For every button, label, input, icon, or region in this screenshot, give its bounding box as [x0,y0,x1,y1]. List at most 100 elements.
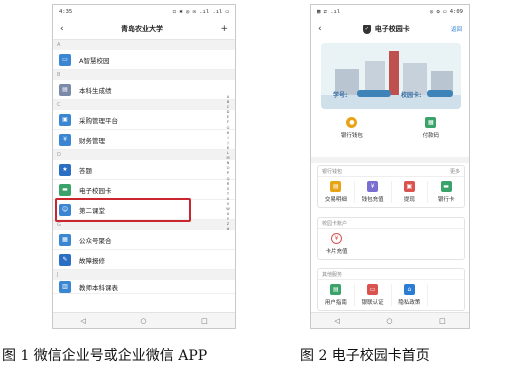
id-card-icon: ▭ [367,284,379,295]
quick-actions: ● 银行钱包 ▦ 付款码 [311,117,469,139]
back-nav-icon[interactable]: ◁ [334,317,339,325]
status-left: ▦ ⇄ .ıl [317,8,341,15]
add-icon[interactable]: + [220,24,228,34]
campus-card-account-section: 校园卡账户 ¥ 卡片充值 [317,217,465,260]
privacy-policy-button[interactable]: ⌂ 隐私政策 [392,284,429,306]
page-title: 青岛农业大学 [121,24,164,33]
balance-value-mask [427,90,453,97]
back-icon[interactable]: ‹ [318,24,322,34]
home-nav-icon[interactable]: ○ [386,317,392,325]
divider [311,157,469,163]
qr-code-icon: ▦ [425,117,437,128]
status-bar: ▦ ⇄ .ıl ◎ ✪ ▭ 4:09 [311,5,469,18]
house-icon: ⌂ [403,284,415,295]
index-letter[interactable]: # [225,227,231,232]
schedule-icon: ▥ [59,280,71,293]
recents-nav-icon[interactable]: □ [201,317,208,325]
tile-label: 提现 [403,197,415,203]
other-services-section: 其他服务 ▤ 用户指南 ▭ 银联认证 ⌂ 隐私政策 [317,268,465,311]
quick-label: 付款码 [422,133,440,139]
section-letter: J [53,270,235,280]
app-item-label: 教师本科课表 [79,283,118,292]
quick-label: 银行钱包 [340,133,363,139]
tile-label: 银联认证 [361,300,384,306]
app-item-label: 本科生成绩 [79,86,112,95]
recents-nav-icon[interactable]: □ [439,317,446,325]
return-link[interactable]: 返回 [451,25,462,33]
student-no-label: 学号: [333,92,348,99]
campus-building-illustration [321,43,461,109]
section-header: 其他服务 [318,269,464,280]
home-nav-icon[interactable]: ○ [140,317,146,325]
section-letter: A [53,40,235,50]
status-right: ◎ ✪ ▭ 4:09 [429,8,463,15]
bank-card-button[interactable]: ▬ 银行卡 [428,181,464,203]
tile-label: 隐私政策 [398,300,421,306]
app-item-label: A智慧校园 [79,56,110,65]
android-nav-bar: ◁ ○ □ [311,312,469,328]
shield-yen-icon: ¥ [367,181,379,192]
bank-wallet-section: 银行钱包 更多 ▤ 交易明细 ¥ 钱包充值 ▣ 提现 ▬ 银行卡 [317,165,465,208]
app-item-label: 公众号聚合 [79,236,112,245]
tile-label: 钱包充值 [361,197,384,203]
app-item[interactable]: ¥ 财务管理 [53,130,235,150]
back-nav-icon[interactable]: ◁ [80,317,85,325]
app-item-campus-card[interactable]: ▬ 电子校园卡 [53,180,235,200]
unionpay-auth-button[interactable]: ▭ 银联认证 [355,284,392,306]
page-title-wrap: ✓ 电子校园卡 [362,24,410,34]
section-letter: C [53,100,235,110]
app-item-label: 答题 [79,166,92,175]
withdraw-button[interactable]: ▣ 提现 [392,181,429,203]
bank-wallet-button[interactable]: ● 银行钱包 [341,117,363,139]
payment-code-button[interactable]: ▦ 付款码 [422,117,440,139]
section-title: 银行钱包 [322,168,343,175]
app-item-label: 故障报修 [79,256,105,265]
app-item[interactable]: ▦ 公众号聚合 [53,230,235,250]
wallet-topup-button[interactable]: ¥ 钱包充值 [355,181,392,203]
monitor-icon: ▭ [59,53,71,66]
section-title: 校园卡账户 [322,220,348,227]
section-letter: D [53,150,235,160]
transaction-detail-button[interactable]: ▤ 交易明细 [318,181,355,203]
app-item[interactable]: ▥ 教师本科课表 [53,280,235,294]
app-item-label: 采购管理平台 [79,116,118,125]
balance-label: 校园卡: [401,92,422,99]
student-no-value-mask [357,90,391,97]
status-bar: 4:35 ◻ ✱ ◎ ✉ .ıl .ıl ▭ [53,5,235,18]
section-title: 其他服务 [322,271,343,278]
tile-label: 用户指南 [324,300,347,306]
more-link[interactable]: 更多 [450,168,460,175]
cash-icon: ▣ [403,181,415,192]
campus-banner: 学号: 校园卡: [321,43,461,109]
grade-icon: ▤ [59,83,71,96]
wallet-icon: ● [346,117,358,128]
status-icons: ◻ ✱ ◎ ✉ .ıl .ıl ▭ [172,8,229,15]
tile-label: 银行卡 [437,197,455,203]
section-letter: B [53,70,235,80]
android-nav-bar: ◁ ○ □ [53,312,235,328]
shield-icon: ✓ [362,24,371,34]
page-title: 电子校园卡 [374,25,410,33]
tile-label: 交易明细 [324,197,347,203]
user-guide-button[interactable]: ▤ 用户指南 [318,284,355,306]
status-time: 4:35 [59,8,73,15]
alphabet-index[interactable]: A B C D E F G H I J K L M N O P Q R S T U V W X Y Z # [225,95,231,233]
section-header: 银行钱包 更多 [318,166,464,177]
guide-icon: ▤ [330,284,342,295]
app-item[interactable]: ▤ 本科生成绩 [53,80,235,100]
app-header: ‹ 青岛农业大学 + [53,18,235,40]
alphabet-index-letters: A B C D E F G H I J K L M N O P Q R S T U V W X Y Z # [225,95,231,233]
app-item[interactable]: ★ 答题 [53,160,235,180]
app-item[interactable]: ✎ 故障报修 [53,250,235,270]
figure-caption-left: 图 1 微信企业号或企业微信 APP [2,348,208,364]
app-item[interactable]: ▭ A智慧校园 [53,50,235,70]
cart-icon: ▣ [59,113,71,126]
phone-screenshot-campus-card: ▦ ⇄ .ıl ◎ ✪ ▭ 4:09 ‹ ✓ 电子校园卡 返回 学号: 校园卡:… [310,4,470,329]
grid-icon: ▦ [59,233,71,246]
back-icon[interactable]: ‹ [60,24,64,34]
card-icon: ▬ [59,183,71,196]
card-recharge-button[interactable]: ¥ 卡片充值 [318,233,355,255]
app-item[interactable]: ▣ 采购管理平台 [53,110,235,130]
finance-icon: ¥ [59,133,71,146]
app-header: ‹ ✓ 电子校园卡 返回 [311,18,469,40]
